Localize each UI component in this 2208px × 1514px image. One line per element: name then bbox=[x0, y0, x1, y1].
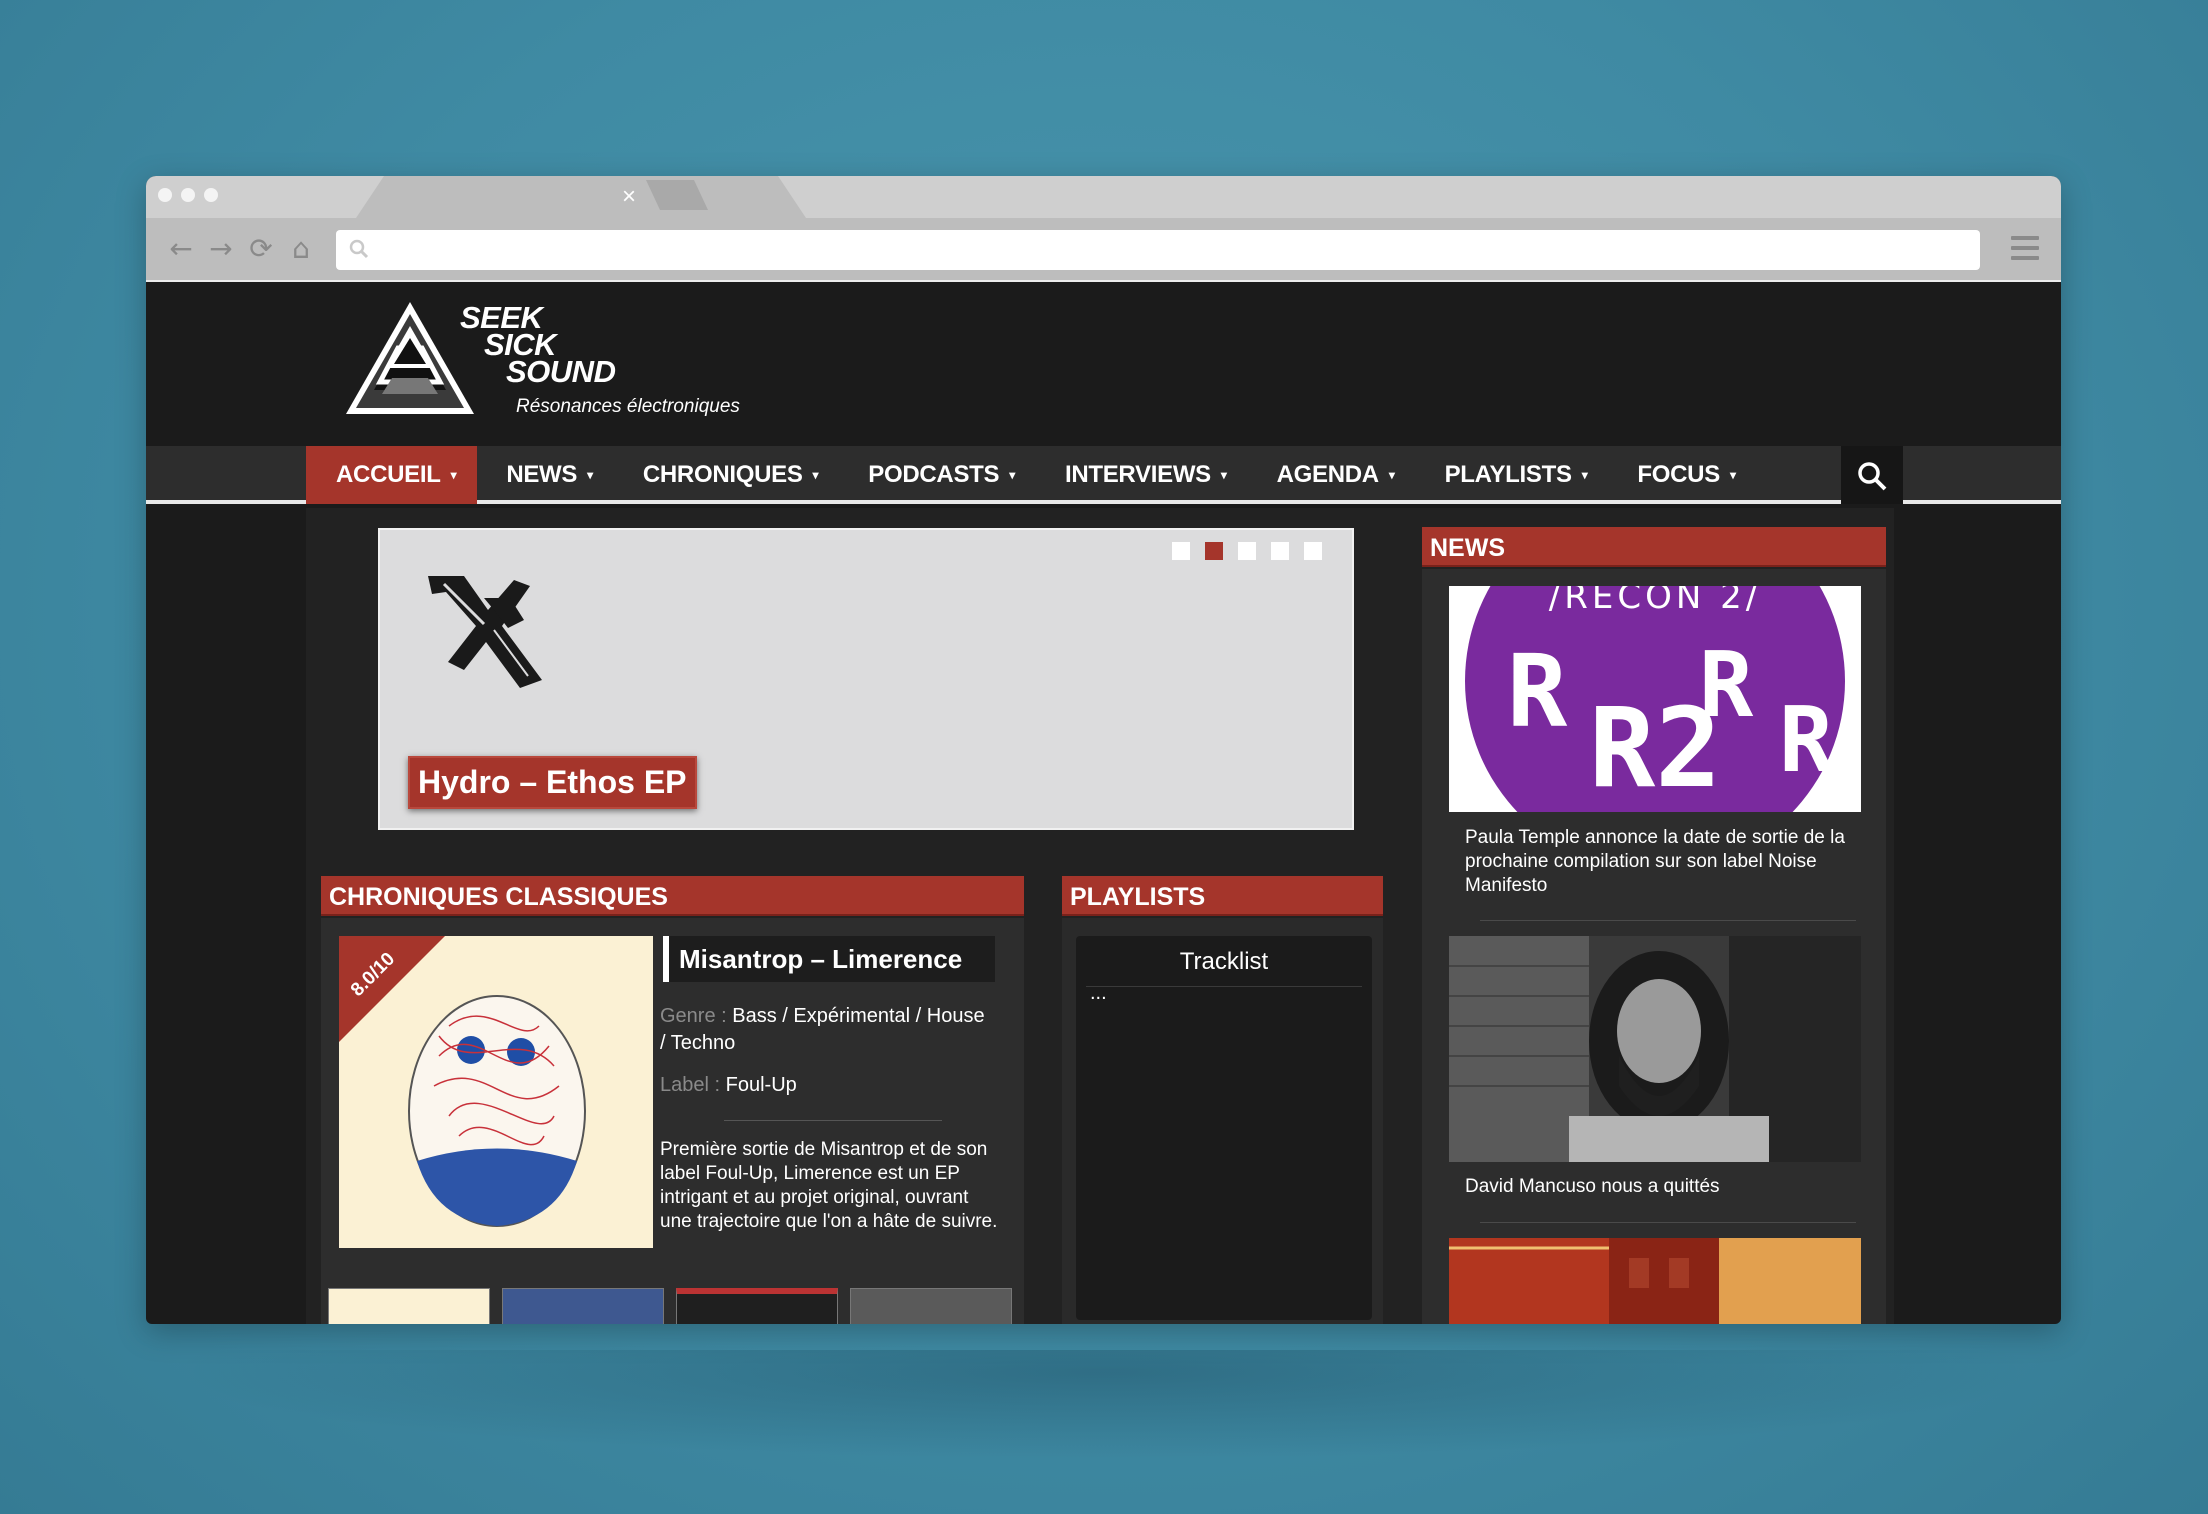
slide-title[interactable]: Hydro – Ethos EP bbox=[408, 756, 697, 809]
slider-pagination bbox=[1172, 542, 1322, 560]
tracklist-box bbox=[1076, 936, 1372, 1320]
release-logo-icon bbox=[428, 576, 542, 688]
news-photo bbox=[1449, 1238, 1861, 1324]
news-item-text[interactable]: Paula Temple annonce la date de sortie d… bbox=[1465, 826, 1855, 898]
thumbnail[interactable] bbox=[328, 1288, 490, 1324]
tracklist-content: ... bbox=[1090, 982, 1107, 1004]
news-image[interactable]: /RECON 2/ R R2 R R bbox=[1449, 586, 1861, 812]
divider bbox=[724, 1120, 942, 1121]
featured-slider[interactable]: Hydro – Ethos EP bbox=[378, 528, 1354, 830]
divider bbox=[1480, 1222, 1856, 1223]
svg-text:R: R bbox=[1699, 633, 1754, 738]
svg-text:R: R bbox=[1507, 633, 1568, 750]
chronique-label: Label : Foul-Up bbox=[660, 1074, 797, 1096]
news-image[interactable] bbox=[1449, 1238, 1861, 1324]
floor-shadow bbox=[160, 1350, 2050, 1460]
thumbnail[interactable] bbox=[502, 1288, 664, 1324]
news-item-text[interactable]: David Mancuso nous a quittés bbox=[1465, 1175, 1855, 1199]
chronique-thumbnails bbox=[328, 1288, 1012, 1324]
page-viewport: Hydro – Ethos EP CHRONIQUES CLASSIQUES 8… bbox=[146, 176, 2061, 1324]
tracklist-title: Tracklist bbox=[1179, 948, 1269, 975]
news-photo bbox=[1449, 936, 1861, 1162]
slider-dot-active[interactable] bbox=[1205, 542, 1223, 560]
chronique-description: Première sortie de Misantrop et de son l… bbox=[660, 1139, 998, 1232]
slider-dot[interactable] bbox=[1238, 542, 1256, 560]
thumbnail[interactable] bbox=[676, 1288, 838, 1324]
slider-dot[interactable] bbox=[1172, 542, 1190, 560]
divider bbox=[1086, 986, 1362, 987]
section-heading-chroniques: CHRONIQUES CLASSIQUES bbox=[321, 876, 1024, 916]
news-artwork: /RECON 2/ R R2 R R bbox=[1449, 586, 1861, 812]
section-heading-playlists: PLAYLISTS bbox=[1062, 876, 1383, 916]
chronique-genre: Genre : Bass / Expérimental / House / Te… bbox=[660, 1005, 985, 1054]
chronique-title[interactable]: Misantrop – Limerence bbox=[663, 936, 995, 982]
slider-dot[interactable] bbox=[1271, 542, 1289, 560]
thumbnail[interactable] bbox=[850, 1288, 1012, 1324]
news-image[interactable] bbox=[1449, 936, 1861, 1162]
divider bbox=[1480, 920, 1856, 921]
chronique-cover-image[interactable]: 8.0/10 bbox=[339, 936, 653, 1248]
svg-text:R: R bbox=[1779, 688, 1834, 793]
news-image-text: /RECON 2/ bbox=[1549, 586, 1761, 617]
slider-dot[interactable] bbox=[1304, 542, 1322, 560]
section-heading-news: NEWS bbox=[1422, 527, 1886, 567]
